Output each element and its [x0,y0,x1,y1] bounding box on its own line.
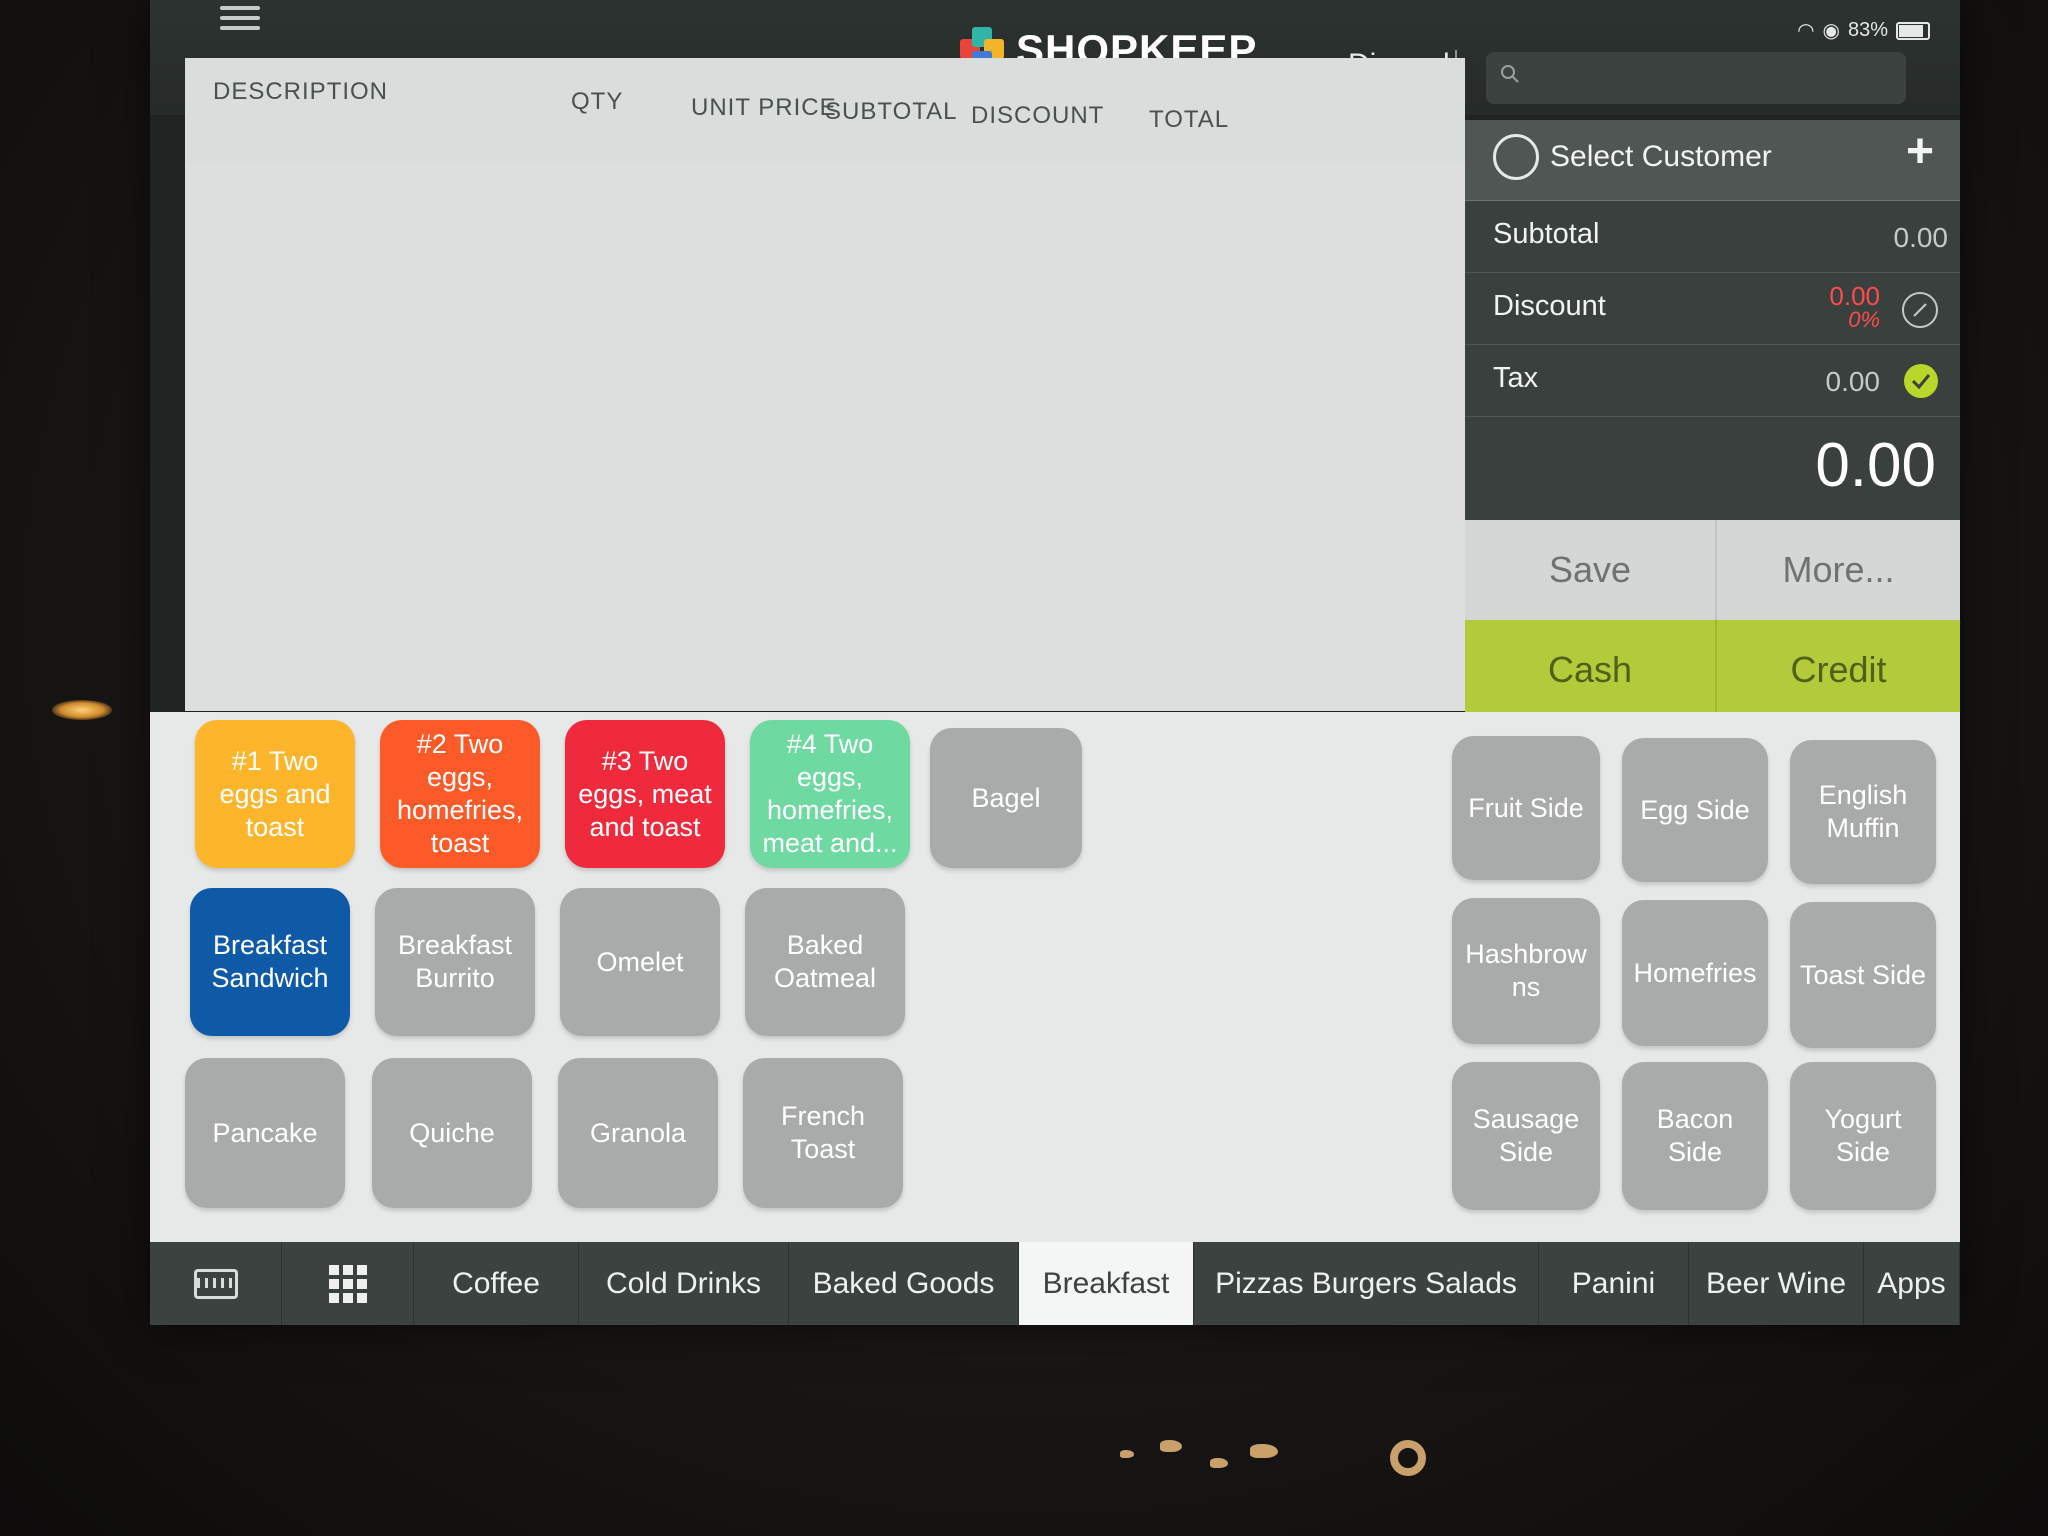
grand-total: 0.00 [1815,431,1936,500]
discount-value: 0.00 0% [1829,283,1880,332]
column-discount: DISCOUNT [971,102,1105,129]
column-unit-price: UNIT PRICE [691,94,837,121]
tab-grid[interactable] [282,1242,414,1325]
tax-row[interactable]: Tax 0.00 [1465,344,1960,417]
product-tile[interactable]: #2 Two eggs, homefries, toast [380,720,540,868]
discount-label: Discount [1493,290,1606,322]
product-tile[interactable]: Omelet [560,888,720,1036]
cash-button[interactable]: Cash [1465,620,1717,720]
side-tile[interactable]: Fruit Side [1452,736,1600,880]
food-crumbs [1100,1440,1460,1500]
side-tile[interactable]: Toast Side [1790,902,1936,1048]
product-tile[interactable]: #4 Two eggs, homefries, meat and... [750,720,910,868]
subtotal-value: 0.00 [1893,222,1949,253]
tab-apps[interactable]: Apps [1864,1242,1960,1325]
discount-percent: 0% [1848,307,1880,332]
column-qty: QTY [571,88,624,115]
column-total: TOTAL [1149,106,1230,133]
totals-panel: Select Customer + Subtotal 0.00 Discount… [1465,120,1960,720]
tab-cold-drinks[interactable]: Cold Drinks [579,1242,789,1325]
tax-value: 0.00 [1825,366,1881,397]
edit-pencil-icon[interactable] [1902,292,1938,328]
column-subtotal: SUBTOTAL [825,98,958,125]
category-tab-bar: Coffee Cold Drinks Baked Goods Breakfast… [150,1242,1960,1325]
side-tile[interactable]: Yogurt Side [1790,1062,1936,1210]
order-table-header: DESCRIPTION QTY UNIT PRICE SUBTOTAL DISC… [185,58,1465,164]
side-tile[interactable]: Sausage Side [1452,1062,1600,1210]
product-tile[interactable]: Bagel [930,728,1082,868]
customer-icon [1493,134,1539,180]
side-tile[interactable]: Hashbrow ns [1452,898,1600,1044]
side-tile[interactable]: Egg Side [1622,738,1768,882]
column-description: DESCRIPTION [213,78,389,105]
add-customer-plus-icon[interactable]: + [1906,124,1934,179]
rotation-lock-icon: ◉ [1822,20,1840,42]
battery-icon [1896,21,1930,40]
product-tile[interactable]: Quiche [372,1058,532,1208]
search-input[interactable] [1486,52,1906,104]
more-button[interactable]: More... [1717,520,1960,620]
tab-beer-wine[interactable]: Beer Wine [1689,1242,1864,1325]
save-button[interactable]: Save [1465,520,1717,620]
search-icon [1501,65,1519,83]
tab-pizzas-burgers-salads[interactable]: Pizzas Burgers Salads [1194,1242,1539,1325]
tab-baked-goods[interactable]: Baked Goods [789,1242,1019,1325]
menu-icon[interactable] [220,0,260,40]
customer-label: Select Customer [1550,140,1772,173]
tab-keyboard[interactable] [150,1242,282,1325]
product-grid: #1 Two eggs and toast #2 Two eggs, homef… [150,712,1960,1242]
tax-check-icon[interactable] [1904,364,1938,398]
product-tile[interactable]: Pancake [185,1058,345,1208]
side-tile[interactable]: Bacon Side [1622,1062,1768,1210]
tab-panini[interactable]: Panini [1539,1242,1689,1325]
status-bar: ◠ ◉ 83% [1797,18,1930,43]
wifi-icon: ◠ [1797,20,1815,42]
product-tile[interactable]: Baked Oatmeal [745,888,905,1036]
subtotal-label: Subtotal [1493,218,1600,250]
tax-label: Tax [1493,362,1539,394]
product-tile[interactable]: #3 Two eggs, meat and toast [565,720,725,868]
grid-icon [328,1264,367,1303]
pos-screen: SHOPKEEP Discard ◠ ◉ 83% DESCRIPTION QTY… [150,0,1960,1325]
subtotal-row: Subtotal 0.00 [1465,200,1960,273]
product-tile[interactable]: #1 Two eggs and toast [195,720,355,868]
tab-coffee[interactable]: Coffee [414,1242,579,1325]
battery-percent: 83% [1847,19,1888,41]
side-tile[interactable]: English Muffin [1790,740,1936,884]
order-items-list[interactable] [185,163,1465,711]
tab-breakfast[interactable]: Breakfast [1019,1242,1194,1325]
product-tile[interactable]: Breakfast Sandwich [190,888,350,1036]
discount-row[interactable]: Discount 0.00 0% [1465,272,1960,345]
credit-button[interactable]: Credit [1717,620,1960,720]
select-customer-button[interactable]: Select Customer + [1465,120,1960,201]
product-tile[interactable]: Breakfast Burrito [375,888,535,1036]
keyboard-icon [193,1268,238,1299]
camera-light-reflection [52,700,112,720]
product-tile[interactable]: French Toast [743,1058,903,1208]
side-tile[interactable]: Homefries [1622,900,1768,1046]
product-tile[interactable]: Granola [558,1058,718,1208]
